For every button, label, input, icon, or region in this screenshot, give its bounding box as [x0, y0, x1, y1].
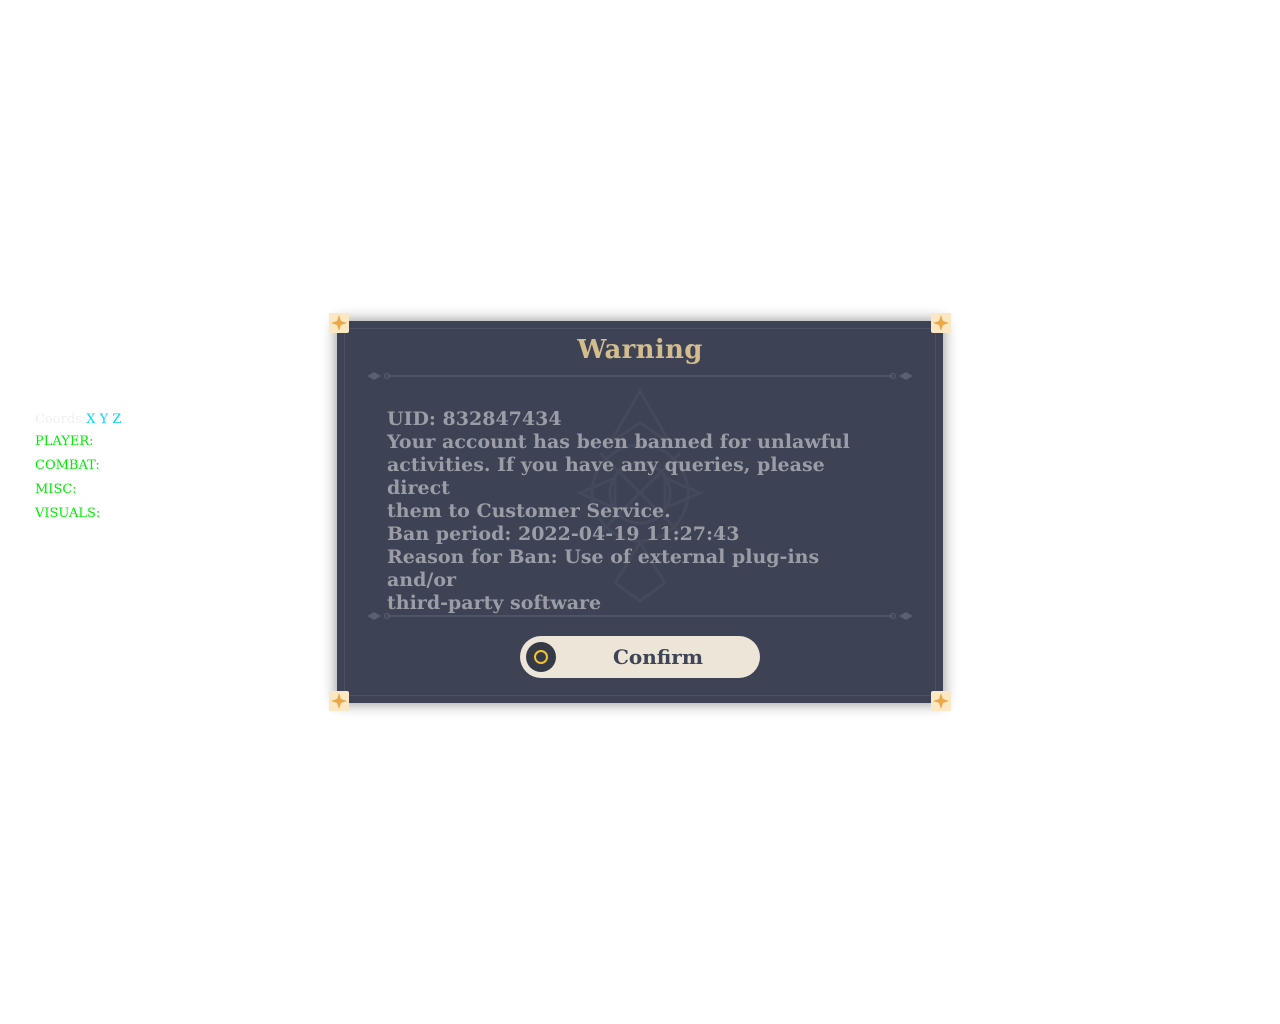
confirm-button[interactable]: Confirm: [520, 636, 760, 678]
confirm-label: Confirm: [612, 645, 704, 669]
cheat-overlay-menu: Coords:X Y Z PLAYER: COMBAT: MISC: VISUA…: [35, 410, 121, 526]
ban-period-line: Ban period: 2022-04-19 11:27:43: [387, 523, 740, 545]
ornament-divider: [367, 612, 913, 620]
warning-dialog: Warning UID: 832847434 Your account has …: [329, 313, 951, 711]
ornament-divider: [367, 372, 913, 380]
corner-star-icon: [931, 691, 951, 711]
corner-star-icon: [329, 691, 349, 711]
dialog-title: Warning: [577, 335, 703, 365]
corner-star-icon: [931, 313, 951, 333]
circle-button-icon: [526, 642, 556, 672]
coords-label: Coords:: [35, 412, 87, 427]
message-line: activities. If you have any queries, ple…: [387, 454, 825, 499]
overlay-item-misc[interactable]: MISC:: [35, 478, 121, 502]
ban-reason-line: Reason for Ban: Use of external plug-ins…: [387, 546, 820, 591]
overlay-item-player[interactable]: PLAYER:: [35, 430, 121, 454]
uid-line: UID: 832847434: [387, 408, 562, 430]
ban-message: UID: 832847434 Your account has been ban…: [387, 408, 887, 615]
message-line: Your account has been banned for unlawfu…: [387, 431, 850, 453]
overlay-item-visuals[interactable]: VISUALS:: [35, 502, 121, 526]
coords-row: Coords:X Y Z: [35, 410, 121, 430]
coords-axes: X Y Z: [86, 412, 122, 427]
overlay-item-combat[interactable]: COMBAT:: [35, 454, 121, 478]
message-line: them to Customer Service.: [387, 500, 671, 522]
corner-star-icon: [329, 313, 349, 333]
